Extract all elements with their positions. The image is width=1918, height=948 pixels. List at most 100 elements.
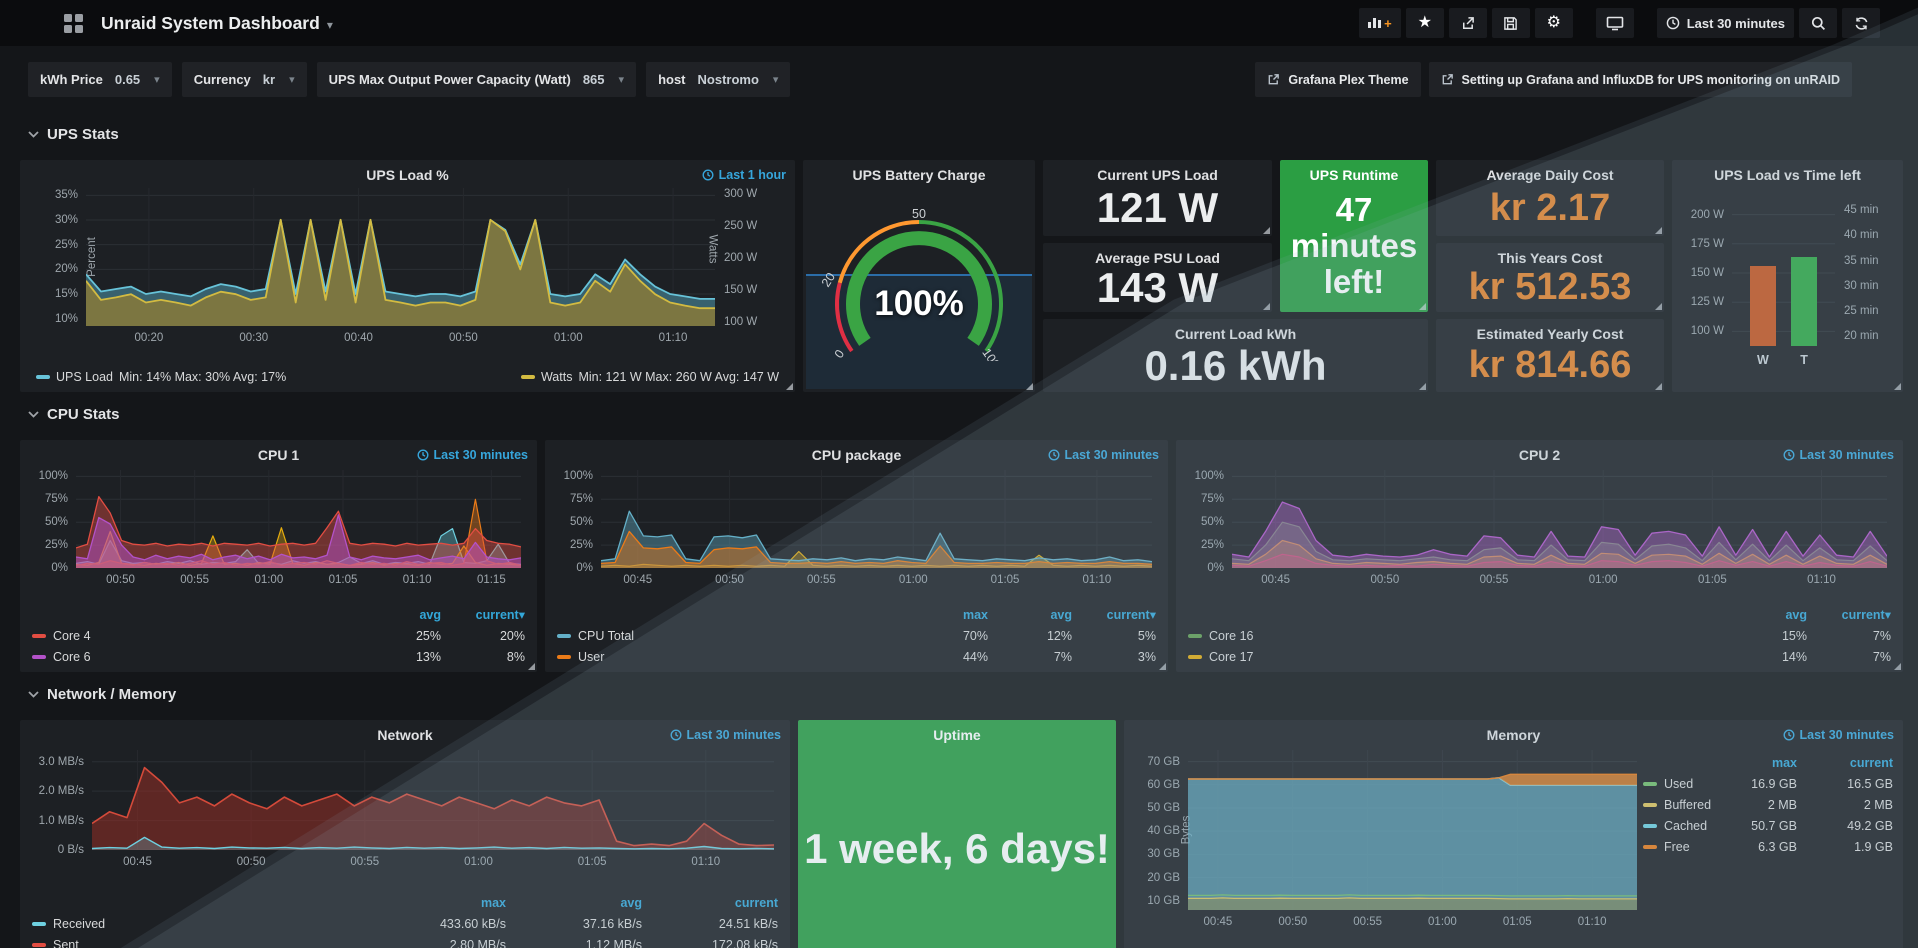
chevron-down-icon: ▾ bbox=[619, 73, 625, 86]
axis-tick: 01:10 bbox=[659, 332, 688, 344]
chart-legend: avgcurrent▾Core 425%20%Core 613%8% bbox=[32, 607, 525, 664]
variable-kwh-price[interactable]: kWh Price 0.65 ▾ bbox=[28, 62, 172, 97]
save-button[interactable] bbox=[1492, 8, 1530, 38]
star-button[interactable]: ★ bbox=[1406, 8, 1444, 38]
axis-tick: 20 GB bbox=[1147, 872, 1180, 884]
time-range-picker[interactable]: Last 30 minutes bbox=[1657, 8, 1794, 38]
legend-sort-header[interactable]: current bbox=[646, 896, 778, 910]
legend-item[interactable]: Free bbox=[1643, 840, 1701, 854]
settings-button[interactable]: ⚙ bbox=[1535, 8, 1573, 38]
dashboard-title[interactable]: Unraid System Dashboard▾ bbox=[101, 13, 333, 34]
legend-item[interactable]: Core 6 bbox=[32, 650, 357, 664]
axis-tick: 00:50 bbox=[106, 574, 135, 586]
add-panel-button[interactable]: + bbox=[1359, 8, 1401, 38]
time-range-label: Last 30 minutes bbox=[1687, 16, 1785, 31]
legend-sort-header[interactable]: max bbox=[374, 896, 506, 910]
legend-value: 15% bbox=[1727, 629, 1807, 643]
legend-sort-header[interactable]: current bbox=[1801, 756, 1893, 770]
legend-swatch bbox=[36, 375, 50, 379]
stat-value: 47 minutes left! bbox=[1280, 192, 1428, 301]
panel-title[interactable]: UPS Load % bbox=[20, 167, 795, 183]
section-cpu-stats[interactable]: CPU Stats bbox=[28, 406, 120, 423]
legend-item[interactable]: UPS LoadMin: 14% Max: 30% Avg: 17% bbox=[36, 370, 286, 384]
panel-time-range[interactable]: Last 1 hour bbox=[702, 168, 786, 182]
legend-sort-header[interactable]: avg bbox=[1727, 608, 1807, 622]
legend-value: 2 MB bbox=[1801, 798, 1893, 812]
chart-plot[interactable] bbox=[1188, 750, 1637, 910]
stat-value: 121 W bbox=[1043, 180, 1272, 236]
stat-value: 0.16 kWh bbox=[1043, 339, 1428, 392]
cycle-view-button[interactable] bbox=[1596, 8, 1634, 38]
legend-value: 70% bbox=[908, 629, 988, 643]
panel-time-range[interactable]: Last 30 minutes bbox=[1783, 728, 1894, 742]
panel-time-range[interactable]: Last 30 minutes bbox=[417, 448, 528, 462]
legend-item[interactable]: Core 17 bbox=[1188, 650, 1723, 664]
chart-plot[interactable] bbox=[1232, 470, 1887, 568]
link-grafana-influxdb-guide[interactable]: Setting up Grafana and InfluxDB for UPS … bbox=[1429, 62, 1852, 97]
legend-sort-header[interactable]: current▾ bbox=[1076, 607, 1156, 622]
variable-currency[interactable]: Currency kr ▾ bbox=[182, 62, 307, 97]
legend-item[interactable]: WattsMin: 121 W Max: 260 W Avg: 147 W bbox=[521, 370, 779, 384]
legend-swatch bbox=[521, 375, 535, 379]
legend-value: 5% bbox=[1076, 629, 1156, 643]
variable-host[interactable]: host Nostromo ▾ bbox=[646, 62, 790, 97]
refresh-button[interactable] bbox=[1842, 8, 1880, 38]
legend-value: 25% bbox=[361, 629, 441, 643]
panel-time-range[interactable]: Last 30 minutes bbox=[1783, 448, 1894, 462]
axis-tick: 01:00 bbox=[464, 856, 493, 868]
axis-tick: 35 min bbox=[1844, 255, 1879, 267]
legend-item[interactable]: Core 4 bbox=[32, 629, 357, 643]
panel-time-range[interactable]: Last 30 minutes bbox=[670, 728, 781, 742]
legend-swatch bbox=[1643, 824, 1657, 828]
chart-plot[interactable] bbox=[1732, 200, 1835, 346]
axis-tick: 100 W bbox=[724, 316, 757, 328]
legend-swatch bbox=[32, 655, 46, 659]
panel-title[interactable]: UPS Load vs Time left bbox=[1672, 167, 1903, 183]
axis-tick: 45 min bbox=[1844, 204, 1879, 216]
legend-item[interactable]: Core 16 bbox=[1188, 629, 1723, 643]
bar-T[interactable] bbox=[1791, 257, 1818, 346]
legend-sort-header[interactable]: avg bbox=[510, 896, 642, 910]
axis-tick: 25% bbox=[55, 239, 78, 251]
chart-plot[interactable] bbox=[76, 470, 521, 568]
magnifier-icon bbox=[1811, 16, 1826, 31]
chart-plot[interactable] bbox=[601, 470, 1152, 568]
axis-tick: 1.0 MB/s bbox=[39, 815, 84, 827]
legend-item[interactable]: Used bbox=[1643, 777, 1701, 791]
zoom-out-button[interactable] bbox=[1799, 8, 1837, 38]
bar-category-label: W bbox=[1757, 353, 1769, 367]
legend-item[interactable]: Cached bbox=[1643, 819, 1701, 833]
section-network-memory[interactable]: Network / Memory bbox=[28, 686, 176, 703]
legend-sort-header[interactable]: current▾ bbox=[445, 607, 525, 622]
legend-swatch bbox=[32, 634, 46, 638]
axis-tick: 50% bbox=[1201, 516, 1224, 528]
legend-sort-header[interactable]: max bbox=[1705, 756, 1797, 770]
axis-tick: 01:00 bbox=[1428, 916, 1457, 928]
axis-tick: 0% bbox=[1207, 562, 1224, 574]
legend-sort-header[interactable]: max bbox=[908, 608, 988, 622]
axis-tick: 2.0 MB/s bbox=[39, 785, 84, 797]
external-link-icon bbox=[1441, 73, 1454, 86]
legend-sort-header[interactable]: avg bbox=[361, 608, 441, 622]
dashboard-grid-icon[interactable] bbox=[64, 14, 83, 33]
legend-item[interactable]: CPU Total bbox=[557, 629, 904, 643]
legend-value: 37.16 kB/s bbox=[510, 917, 642, 931]
axis-tick: 00:50 bbox=[1370, 574, 1399, 586]
legend-sort-header[interactable]: current▾ bbox=[1811, 607, 1891, 622]
legend-item[interactable]: User bbox=[557, 650, 904, 664]
clock-icon bbox=[1048, 449, 1060, 461]
chart-plot[interactable] bbox=[92, 750, 774, 850]
legend-item[interactable]: Buffered bbox=[1643, 798, 1701, 812]
legend-sort-header[interactable]: avg bbox=[992, 608, 1072, 622]
legend-item[interactable]: Received bbox=[32, 917, 370, 931]
share-button[interactable] bbox=[1449, 8, 1487, 38]
panel-time-range[interactable]: Last 30 minutes bbox=[1048, 448, 1159, 462]
section-ups-stats[interactable]: UPS Stats bbox=[28, 126, 119, 143]
axis-tick: 00:50 bbox=[237, 856, 266, 868]
bar-W[interactable] bbox=[1750, 266, 1777, 346]
link-grafana-plex-theme[interactable]: Grafana Plex Theme bbox=[1255, 62, 1420, 97]
legend-item[interactable]: Sent bbox=[32, 938, 370, 948]
chart-plot[interactable] bbox=[86, 188, 715, 326]
pan el-title[interactable]: UPS Battery Charge bbox=[803, 167, 1035, 183]
variable-ups-max-output[interactable]: UPS Max Output Power Capacity (Watt) 865… bbox=[317, 62, 636, 97]
